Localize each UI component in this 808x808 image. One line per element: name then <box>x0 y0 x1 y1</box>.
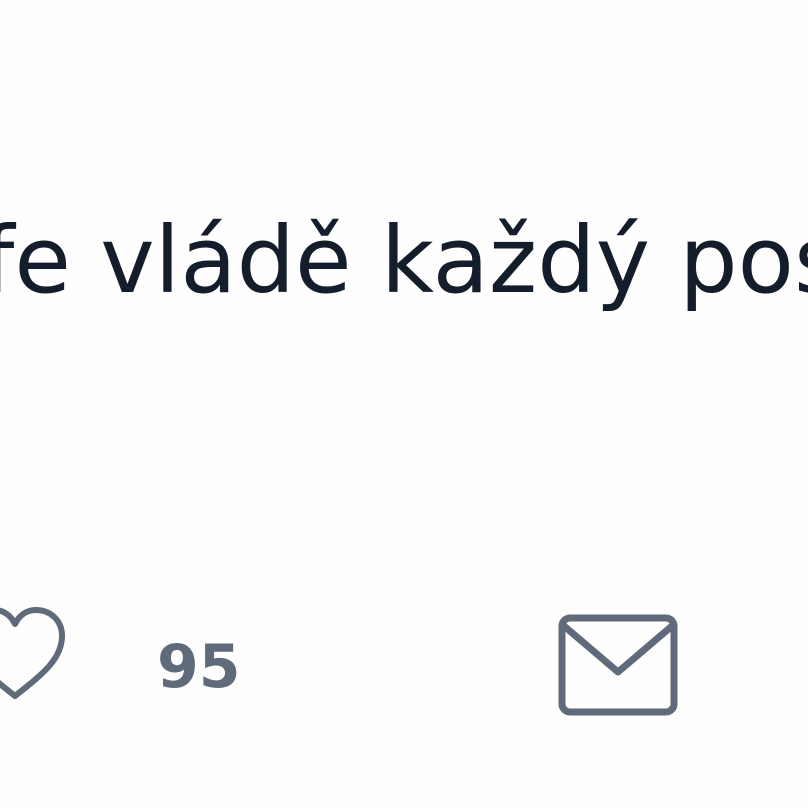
like-count[interactable]: 95 <box>157 632 241 702</box>
post-actions-bar: 95 <box>0 590 808 740</box>
like-button[interactable] <box>0 600 70 710</box>
tweet-card: fe vládě každý pos 95 <box>0 0 808 808</box>
envelope-icon <box>558 614 678 716</box>
heart-icon <box>0 607 65 699</box>
message-button[interactable] <box>556 610 680 720</box>
post-text: fe vládě každý pos <box>0 207 808 314</box>
